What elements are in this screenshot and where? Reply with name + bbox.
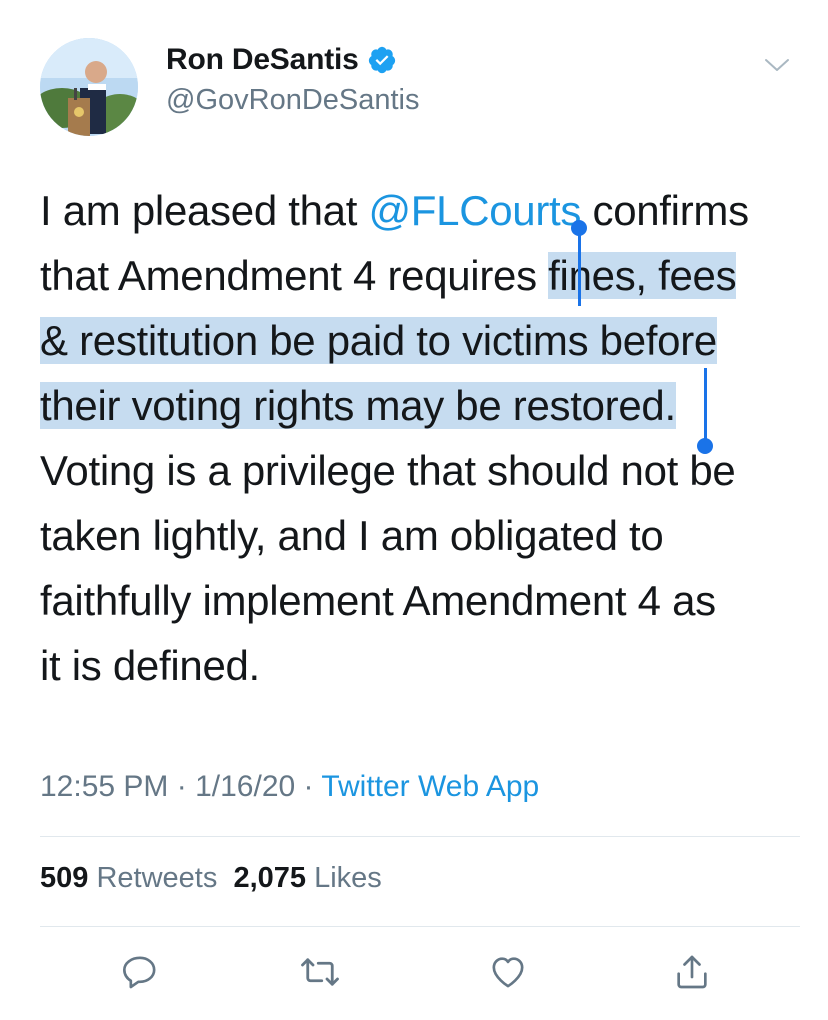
likes-stat[interactable]: 2,075 Likes [233,862,381,894]
tweet-stats: 509 Retweets 2,075 Likes [40,862,382,895]
tweet-meta: 12:55 PM · 1/16/20 · Twitter Web App [40,770,540,803]
selected-text: their voting rights may be restored. [40,382,676,429]
verified-badge-icon [368,46,395,74]
mention-link[interactable]: @FLCourts [368,187,581,234]
chevron-down-icon[interactable] [762,50,792,80]
display-name[interactable]: Ron DeSantis [166,43,359,77]
tweet-actions [0,950,828,994]
tweet-line: taken lightly, and I am obligated to [40,512,664,559]
tweet-line: I am pleased that @FLCourts confirms [40,187,749,234]
tweet-body[interactable]: I am pleased that @FLCourts confirms tha… [40,178,800,698]
reply-button[interactable] [118,950,162,994]
user-handle[interactable]: @GovRonDeSantis [166,84,420,117]
retweet-button[interactable] [298,950,342,994]
tweet-line: Voting is a privilege that should not be [40,447,736,494]
avatar-photo [40,38,138,136]
tweet-time[interactable]: 12:55 PM [40,770,168,803]
retweets-stat[interactable]: 509 Retweets [40,862,217,894]
divider [40,926,800,927]
tweet-line: that Amendment 4 requires fines, fees [40,252,737,299]
retweet-icon [301,958,339,986]
tweet-line: faithfully implement Amendment 4 as [40,577,716,624]
selected-text: fines, fees [548,252,737,299]
tweet-line: & restitution be paid to victims before [40,308,800,373]
tweet-source-link[interactable]: Twitter Web App [321,770,539,803]
share-icon [677,955,707,989]
like-button[interactable] [486,950,530,994]
tweet-line: it is defined. [40,642,260,689]
tweet-header: Ron DeSantis @GovRonDeSantis [40,38,800,138]
like-icon [492,957,524,988]
tweet-date[interactable]: 1/16/20 [195,770,295,803]
selected-text: & restitution be paid to victims before [40,317,717,364]
share-button[interactable] [670,950,714,994]
reply-icon [123,956,156,989]
divider [40,836,800,837]
avatar[interactable] [40,38,138,136]
tweet-line: their voting rights may be restored. [40,373,800,438]
